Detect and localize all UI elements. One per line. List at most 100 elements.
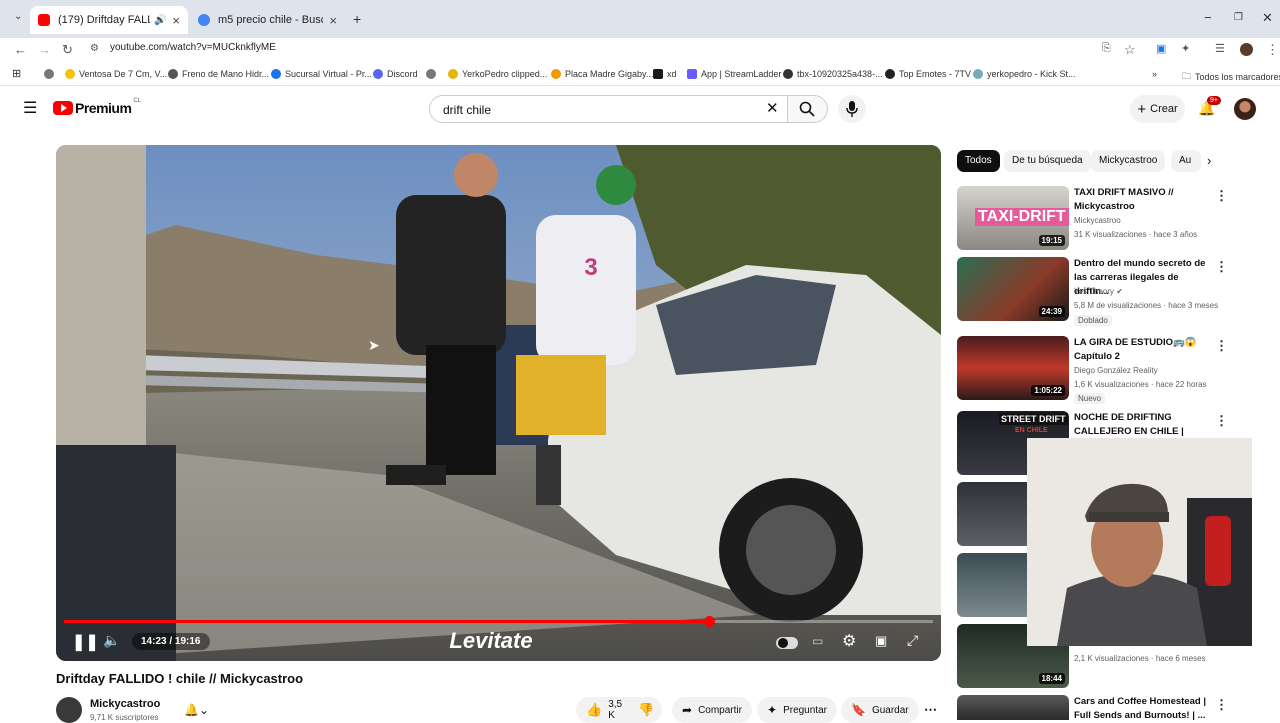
- video-player[interactable]: 3 ❚❚ 🔈 14:23 / 19:16 ▭ ⚙ ▣ ⤢ Levitate ➤: [56, 145, 941, 661]
- recommendation-item[interactable]: Cars and Coffee Homestead | Full Sends a…: [957, 695, 1237, 721]
- bookmark-item[interactable]: Placa Madre Gigaby...: [551, 69, 653, 79]
- search-button[interactable]: [788, 95, 828, 123]
- share-button[interactable]: ➦ Compartir: [672, 697, 752, 723]
- bookmark-item[interactable]: App | StreamLadder: [687, 69, 781, 79]
- minimize-icon[interactable]: −: [1204, 10, 1212, 25]
- kebab-menu-icon[interactable]: ⋮: [1215, 413, 1228, 429]
- clear-search-icon[interactable]: ✕: [766, 99, 779, 117]
- apps-grid-icon[interactable]: ⊞: [12, 67, 21, 80]
- rec-meta: 1,6 K visualizaciones · hace 22 horas: [1074, 380, 1207, 389]
- volume-icon[interactable]: 🔈: [103, 632, 120, 649]
- video-thumbnail[interactable]: TAXI-DRIFT 19:15: [957, 186, 1069, 250]
- site-info-icon[interactable]: ⚙: [90, 43, 99, 54]
- tab-search-icon[interactable]: ☰: [1215, 42, 1225, 55]
- video-title: Driftday FALLIDO ! chile // Mickycastroo: [56, 671, 304, 686]
- close-window-icon[interactable]: ✕: [1262, 10, 1273, 26]
- video-thumbnail[interactable]: 24:39: [957, 257, 1069, 321]
- sparkle-icon: ✦: [767, 703, 778, 717]
- reload-icon[interactable]: ↻: [62, 42, 73, 58]
- create-label: Crear: [1150, 103, 1178, 115]
- channel-name[interactable]: Mickycastroo: [90, 698, 160, 710]
- tab-close-icon[interactable]: ×: [329, 13, 337, 28]
- new-badge: Nuevo: [1074, 393, 1106, 404]
- all-bookmarks[interactable]: 🗀 Todos los marcadores: [1182, 69, 1280, 85]
- bookmark-item[interactable]: xd: [653, 69, 677, 79]
- notification-bell-icon[interactable]: 🔔⌄: [184, 703, 209, 717]
- folder-icon: 🗀: [1182, 71, 1192, 81]
- url-field[interactable]: youtube.com/watch?v=MUCknkflyME: [110, 42, 276, 53]
- chip-more[interactable]: Au: [1171, 150, 1201, 172]
- tab-list-chevron-icon[interactable]: ⌄: [14, 11, 22, 22]
- kebab-menu-icon[interactable]: ⋮: [1215, 338, 1228, 354]
- search-input[interactable]: drift chile ✕: [429, 95, 788, 123]
- bookmark-item[interactable]: Sucursal Virtual - Pr...: [271, 69, 372, 79]
- ask-button[interactable]: ✦ Preguntar: [757, 697, 837, 723]
- youtube-logo[interactable]: Premium CL: [53, 98, 141, 116]
- chip-related[interactable]: De tu búsqueda: [1004, 150, 1091, 172]
- fullscreen-icon[interactable]: ⤢: [907, 632, 918, 649]
- more-bookmarks-icon[interactable]: »: [1152, 69, 1157, 79]
- profile-avatar-icon[interactable]: [1240, 43, 1253, 56]
- rec-channel: Mickycastroo: [1074, 216, 1121, 225]
- kebab-menu-icon[interactable]: ⋮: [1215, 259, 1228, 275]
- channel-avatar[interactable]: [56, 697, 82, 723]
- dubbed-badge: Doblado: [1074, 315, 1112, 326]
- duration: 1:05:22: [1031, 385, 1065, 396]
- mouse-cursor-icon: ➤: [368, 337, 380, 353]
- forward-icon[interactable]: →: [38, 42, 51, 57]
- save-button[interactable]: 🔖 Guardar: [841, 697, 919, 723]
- tab-youtube[interactable]: (179) Driftday FALLIDO ! chi 🔊 ×: [30, 6, 188, 34]
- like-dislike-button[interactable]: 👍 3,5 K 👎: [576, 697, 662, 723]
- translate-icon[interactable]: ▣: [1156, 42, 1166, 55]
- duration: 18:44: [1038, 673, 1065, 684]
- bookmark-item[interactable]: Ventosa De 7 Cm, V...: [65, 69, 167, 79]
- notifications-button[interactable]: 🔔 9+: [1198, 96, 1221, 118]
- settings-gear-icon[interactable]: ⚙: [842, 631, 856, 651]
- recommendation-item[interactable]: TAXI-DRIFT 19:15 TAXI DRIFT MASIVO // Mi…: [957, 186, 1237, 252]
- chevron-right-icon[interactable]: ›: [1207, 153, 1211, 168]
- chip-all[interactable]: Todos: [957, 150, 1000, 172]
- thumbnail-text: TAXI-DRIFT: [975, 208, 1069, 226]
- progress-played: [64, 620, 709, 623]
- back-icon[interactable]: ←: [14, 42, 27, 57]
- thumbs-down-icon[interactable]: 👎: [638, 702, 654, 718]
- autoplay-toggle[interactable]: [776, 637, 798, 649]
- bookmark-item[interactable]: YerkoPedro clipped...: [448, 69, 547, 79]
- install-icon[interactable]: ⎘: [1102, 42, 1111, 55]
- globe-icon[interactable]: [426, 69, 440, 79]
- recommendation-item[interactable]: 1:05:22 LA GIRA DE ESTUDIO🚌😱 Capítulo 2 …: [957, 336, 1237, 404]
- tab-close-icon[interactable]: ×: [172, 13, 180, 28]
- rec-channel: Diego González Reality: [1074, 366, 1158, 375]
- extensions-icon[interactable]: ✦: [1181, 42, 1190, 55]
- bookmark-star-icon[interactable]: ☆: [1124, 42, 1136, 58]
- search-icon: [799, 101, 815, 117]
- video-thumbnail[interactable]: [957, 695, 1069, 720]
- account-avatar[interactable]: [1234, 98, 1256, 120]
- recommendation-item[interactable]: 24:39 Dentro del mundo secreto de las ca…: [957, 257, 1237, 326]
- subtitles-icon[interactable]: ▭: [812, 634, 823, 648]
- new-tab-icon[interactable]: +: [353, 11, 361, 27]
- browser-menu-icon[interactable]: ⋮: [1266, 42, 1279, 58]
- progress-bar[interactable]: [64, 616, 933, 627]
- bookmark-item[interactable]: Discord: [373, 69, 418, 79]
- video-thumbnail[interactable]: 1:05:22: [957, 336, 1069, 400]
- miniplayer-icon[interactable]: ▣: [875, 633, 887, 649]
- more-actions-icon[interactable]: ⋯: [924, 702, 937, 718]
- logo-text: Premium: [75, 100, 132, 116]
- create-button[interactable]: + Crear: [1130, 95, 1185, 123]
- kebab-menu-icon[interactable]: ⋮: [1215, 697, 1228, 713]
- kebab-menu-icon[interactable]: ⋮: [1215, 188, 1228, 204]
- pause-icon[interactable]: ❚❚: [72, 632, 99, 652]
- voice-search-button[interactable]: [838, 95, 866, 123]
- google-favicon-icon: [198, 14, 210, 26]
- globe-icon[interactable]: [44, 69, 58, 79]
- hamburger-menu-icon[interactable]: ☰: [23, 98, 37, 118]
- bookmark-item[interactable]: Top Emotes - 7TV: [885, 69, 971, 79]
- bookmark-item[interactable]: Freno de Mano Hidr...: [168, 69, 269, 79]
- bookmark-item[interactable]: yerkopedro - Kick St...: [973, 69, 1076, 79]
- tab-google-search[interactable]: m5 precio chile - Buscar con Go ×: [190, 6, 345, 34]
- restore-icon[interactable]: ❐: [1234, 12, 1243, 23]
- bookmark-item[interactable]: tbx-10920325a438-...: [783, 69, 883, 79]
- microphone-icon: [846, 101, 858, 117]
- chip-channel[interactable]: Mickycastroo: [1091, 150, 1166, 172]
